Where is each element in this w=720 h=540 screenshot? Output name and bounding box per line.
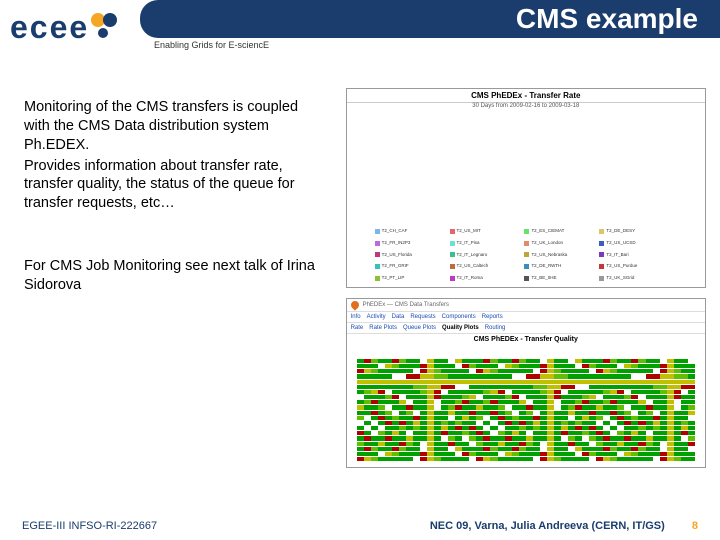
right-column: CMS PhEDEx - Transfer Rate 30 Days from … — [346, 88, 720, 506]
nav-tabs: Info Activity Data Requests Components R… — [347, 312, 705, 323]
para-1: Monitoring of the CMS transfers is coupl… — [24, 98, 328, 155]
legend-item: T2_FR_GRIF — [375, 262, 446, 272]
para-2: Provides information about transfer rate… — [24, 157, 328, 214]
subtab-queueplots: Queue Plots — [403, 325, 436, 331]
tab-requests: Requests — [410, 314, 435, 320]
content-area: Monitoring of the CMS transfers is coupl… — [0, 88, 720, 506]
tab-components: Components — [442, 314, 476, 320]
legend-item: T2_IT_Bari — [599, 250, 670, 260]
legend-item: T2_UK_London — [524, 239, 595, 249]
chart1-bars — [373, 111, 699, 219]
chart1-title: CMS PhEDEx - Transfer Rate — [347, 89, 705, 103]
header-subtitle: Enabling Grids for E-sciencE — [154, 40, 269, 50]
logo-circles-icon — [91, 13, 119, 41]
legend-item: T2_IT_Pisa — [450, 239, 521, 249]
chart-transfer-quality: PhEDEx — CMS Data Transfers Info Activit… — [346, 298, 706, 468]
legend-item: T2_US_Purdue — [599, 262, 670, 272]
header: e c e e CMS example Enabling Grids for E… — [0, 0, 720, 54]
footer-right: NEC 09, Varna, Julia Andreeva (CERN, IT/… — [430, 520, 665, 532]
page-number: 8 — [692, 520, 698, 532]
footer-left: EGEE-III INFSO-RI-222667 — [22, 520, 157, 532]
legend-item: T2_FR_IN2P3 — [375, 239, 446, 249]
legend-item: T2_BE_IIHE — [524, 273, 595, 283]
subtab-rate: Rate — [351, 325, 364, 331]
subtab-routing: Routing — [485, 325, 506, 331]
tab-reports: Reports — [482, 314, 503, 320]
para-3: For CMS Job Monitoring see next talk of … — [24, 257, 328, 295]
logo: e c e e — [0, 0, 160, 54]
legend-item: T2_UK_SGrid — [599, 273, 670, 283]
chart-transfer-rate: CMS PhEDEx - Transfer Rate 30 Days from … — [346, 88, 706, 288]
subtab-rateplots: Rate Plots — [369, 325, 397, 331]
tab-activity: Activity — [367, 314, 386, 320]
legend-item: T2_DE_DESY — [599, 227, 670, 237]
legend-item: T2_US_Florida — [375, 250, 446, 260]
chart1-subtitle: 30 Days from 2009-02-16 to 2009-03-18 — [347, 103, 705, 109]
legend-item: T2_PT_LIP — [375, 273, 446, 283]
logo-letter-e3: e — [69, 9, 87, 46]
tab-data: Data — [392, 314, 405, 320]
page-header: PhEDEx — CMS Data Transfers — [363, 302, 449, 308]
firefox-icon — [349, 299, 360, 310]
title-bar: CMS example — [140, 0, 720, 38]
chart2-title: CMS PhEDEx - Transfer Quality — [347, 334, 705, 345]
logo-letter-e: e — [10, 9, 28, 46]
legend-item: T2_CH_CAF — [375, 227, 446, 237]
subtab-qualityplots: Quality Plots — [442, 325, 479, 331]
browser-chrome: PhEDEx — CMS Data Transfers — [347, 299, 705, 312]
chart1-legend: T2_CH_CAF T2_US_MITT2_ES_CIEMAT T2_DE_DESY… — [373, 225, 699, 285]
footer: EGEE-III INFSO-RI-222667 NEC 09, Varna, … — [0, 512, 720, 540]
logo-letter-g: c — [30, 9, 48, 46]
tab-info: Info — [351, 314, 361, 320]
legend-item: T2_IT_Legnaro — [450, 250, 521, 260]
left-column: Monitoring of the CMS transfers is coupl… — [0, 88, 346, 506]
legend-item: T2_US_Caltech — [450, 262, 521, 272]
chart2-heatmap — [357, 359, 695, 461]
slide-title: CMS example — [516, 3, 698, 35]
legend-item: T2_ES_CIEMAT — [524, 227, 595, 237]
legend-item: T2_US_Nebraska — [524, 250, 595, 260]
sub-tabs: Rate Rate Plots Queue Plots Quality Plot… — [347, 323, 705, 334]
legend-item: T2_IT_Roma — [450, 273, 521, 283]
logo-letter-e2: e — [50, 9, 68, 46]
legend-item: T2_US_UCSD — [599, 239, 670, 249]
legend-item: T2_DE_RWTH — [524, 262, 595, 272]
legend-item: T2_US_MIT — [450, 227, 521, 237]
